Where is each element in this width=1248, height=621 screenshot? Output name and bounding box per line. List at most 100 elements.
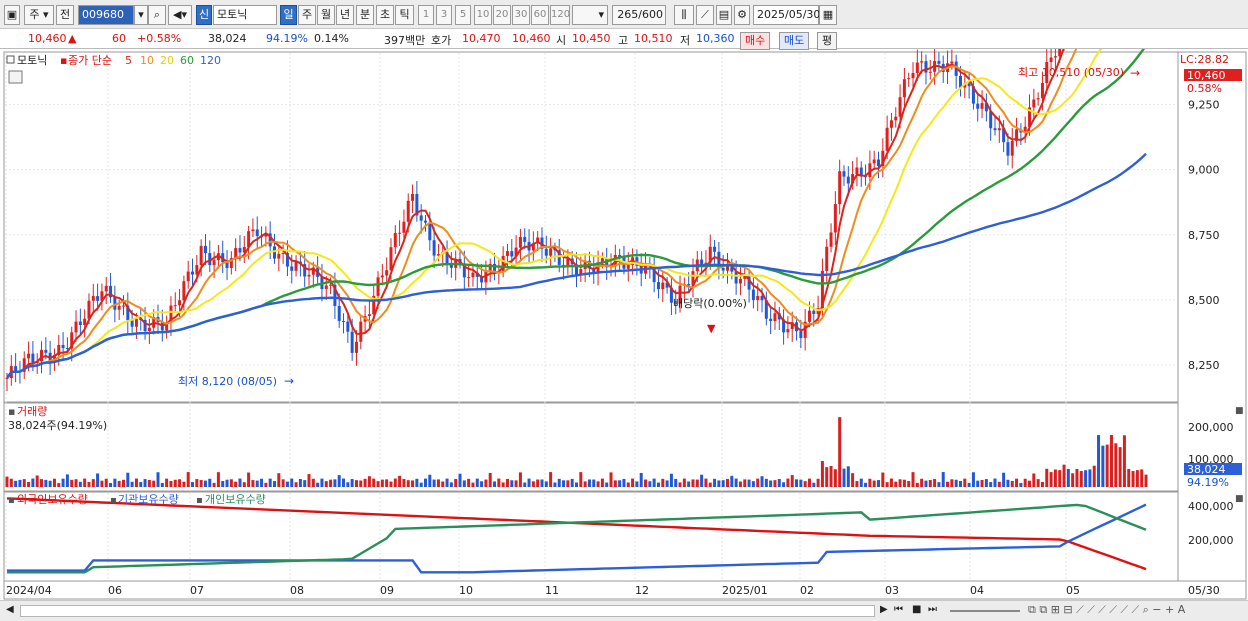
volume-bar (109, 482, 113, 487)
candle-body (134, 318, 138, 327)
low-annotation: 최저 8,120 (08/05) (178, 375, 277, 388)
sound-icon[interactable]: ◀▾ (168, 5, 192, 25)
volume-bar (889, 478, 893, 487)
tf-second[interactable]: 초 (376, 5, 394, 25)
candle-body (212, 260, 216, 266)
candle-body (419, 215, 423, 221)
volume-bar (756, 478, 760, 487)
num-120[interactable]: 120 (550, 5, 570, 25)
stop-icon[interactable]: ■ (912, 604, 921, 615)
candle-type-icon[interactable]: ⫼ (674, 5, 694, 25)
candle-body (713, 246, 717, 252)
volume-bar (1036, 479, 1040, 487)
volume-bar (527, 478, 531, 487)
candle-body (432, 240, 436, 256)
custom-num-select[interactable]: ▾ (572, 5, 608, 25)
num-1[interactable]: 1 (418, 5, 434, 25)
holdings-pane-close-icon[interactable]: ■ (1235, 494, 1244, 504)
prev-button[interactable]: 전 (56, 5, 74, 25)
volume-bar (1053, 469, 1057, 487)
stock-chart[interactable]: 모토닉 ▪ 종가 단순 5 10 20 60 120 최고 10,510 (05… (0, 49, 1248, 600)
volume-bar (920, 478, 924, 487)
volume-pane-close-icon[interactable]: ■ (1235, 406, 1244, 416)
volume-bar (1019, 482, 1023, 487)
legend-ma-20: 20 (160, 54, 174, 67)
new-tag[interactable]: 신 (196, 5, 212, 25)
volume-bar (523, 482, 527, 487)
volume-bar (631, 478, 635, 487)
tf-day[interactable]: 일 (280, 5, 297, 25)
scroll-left-icon[interactable]: ◀ (6, 604, 14, 615)
candle-body (518, 236, 522, 248)
volume-bar (281, 479, 285, 487)
save-icon[interactable]: ▤ (716, 5, 732, 25)
candle-body (281, 253, 285, 255)
table-view-icon[interactable] (8, 70, 23, 84)
period-unit-select[interactable]: 주 ▾ (24, 5, 54, 25)
candle-body (902, 79, 906, 98)
count-field[interactable]: 265/600 (612, 5, 666, 25)
last-vol-pct: 94.19% (1187, 476, 1229, 489)
candle-body (350, 331, 354, 353)
num-10[interactable]: 10 (474, 5, 492, 25)
candle-body (96, 296, 100, 301)
ask-price: 10,470 (462, 32, 501, 45)
tf-minute[interactable]: 분 (356, 5, 374, 25)
layout-icon[interactable]: ▣ (4, 5, 20, 25)
volume-bar (924, 480, 928, 487)
num-60[interactable]: 60 (531, 5, 549, 25)
tf-year[interactable]: 년 (336, 5, 354, 25)
search-icon[interactable]: ⌕ (148, 5, 166, 25)
code-dropdown-icon[interactable]: ▾ (134, 5, 148, 25)
candle-body (342, 320, 346, 322)
forward-icon[interactable]: ⏭ (928, 604, 937, 615)
num-5[interactable]: 5 (455, 5, 471, 25)
line-type-icon[interactable]: ⟋ (696, 5, 714, 25)
tf-week[interactable]: 주 (298, 5, 316, 25)
candle-body (1010, 140, 1014, 156)
volume-bar (1109, 435, 1113, 487)
zoom-slider[interactable] (950, 610, 1020, 612)
candle-body (182, 281, 186, 301)
volume-bar (165, 478, 169, 487)
scroll-right-icon[interactable]: ▶ (880, 604, 888, 615)
buy-button[interactable]: 매수 (740, 32, 771, 50)
chart-tools-icons[interactable]: ⧉ ⧉ ⊞ ⊟ ⟋ ⟋ ⟋ ⟋ ⟋ ⟋ ⌕ − + A (1028, 603, 1185, 617)
horizontal-scrollbar[interactable] (20, 605, 875, 617)
hold-tick-200k: 200,000 (1188, 534, 1234, 547)
volume-value-text: 38,024주(94.19%) (8, 419, 107, 432)
volume-bar (290, 478, 294, 487)
candle-body (734, 271, 738, 284)
eval-button[interactable]: 평 (817, 32, 838, 50)
volume-bar (877, 480, 881, 487)
gear-icon[interactable]: ⚙ (734, 5, 750, 25)
volume-bar (445, 478, 449, 487)
candle-body (385, 270, 389, 276)
num-30[interactable]: 30 (512, 5, 530, 25)
stock-name-field[interactable]: 모토닉 (213, 5, 277, 25)
volume-bar (544, 481, 548, 487)
stock-code-input[interactable]: 009680 (78, 5, 134, 25)
candle-body (721, 268, 725, 271)
num-3[interactable]: 3 (436, 5, 452, 25)
volume-bar (411, 480, 415, 487)
date-field[interactable]: 2025/05/30 (753, 5, 820, 25)
num-20[interactable]: 20 (493, 5, 511, 25)
volume-bar (946, 481, 950, 487)
legend-ma-5: 5 (125, 54, 132, 67)
rewind-icon[interactable]: ⏮ (894, 604, 903, 615)
volume-bar (488, 472, 492, 487)
dividend-annotation: 배당락(0.00%) (673, 297, 747, 310)
calendar-icon[interactable]: ▦ (819, 5, 837, 25)
candle-body (898, 97, 902, 117)
volume-bar (777, 478, 781, 487)
volume-bar (760, 476, 764, 487)
price-y-tick: 8,250 (1188, 359, 1220, 372)
candle-body (877, 159, 881, 167)
volume-bar (91, 479, 95, 487)
volume-bar (475, 478, 479, 487)
tf-tick[interactable]: 틱 (395, 5, 414, 25)
tf-month[interactable]: 월 (317, 5, 335, 25)
volume-bar (70, 479, 74, 487)
sell-button[interactable]: 매도 (779, 32, 810, 50)
